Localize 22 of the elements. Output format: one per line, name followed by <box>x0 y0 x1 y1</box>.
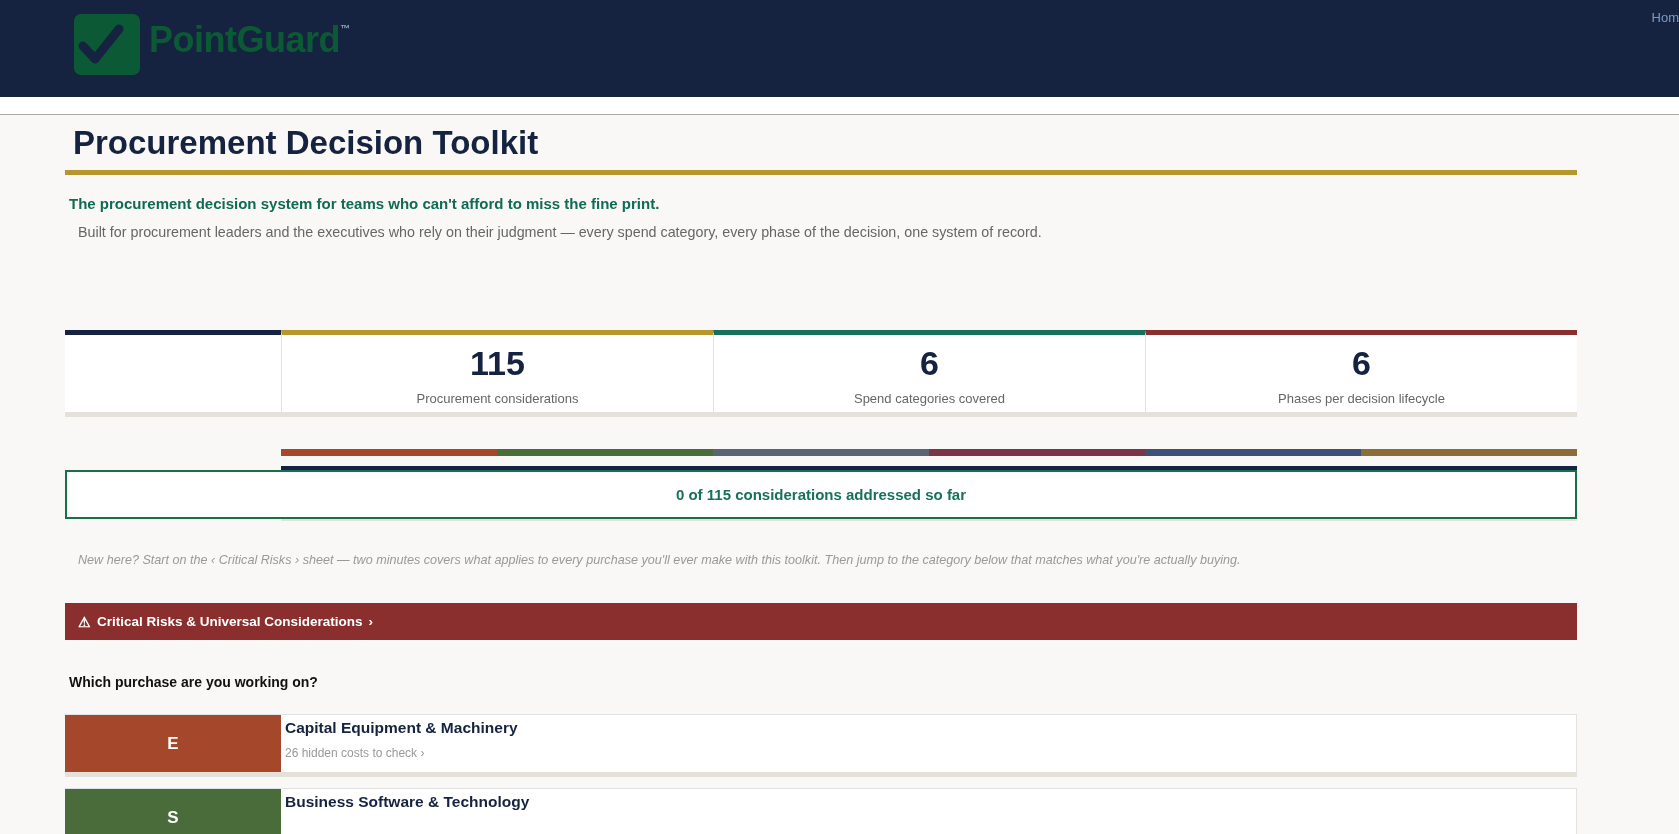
home-link[interactable]: Hom <box>1651 10 1679 25</box>
category-card[interactable]: S Business Software & Technology <box>65 788 1577 834</box>
hint-text: New here? Start on the ‹ Critical Risks › sheet — two minutes covers what applies to every purchase you'll ever make with this toolkit. Then jump to the category below that matches what you're actually buying. <box>78 553 1242 567</box>
category-subtitle: 26 hidden costs to check › <box>285 746 426 760</box>
description: Built for procurement leaders and the executives who rely on their judgment — every spend category, every phase of the decision, one system of record. <box>78 224 1043 240</box>
category-title: Business Software & Technology <box>285 793 531 811</box>
category-card[interactable]: E Capital Equipment & Machinery 26 hidden costs to check › <box>65 714 1577 777</box>
progress-text: 0 of 115 considerations addressed so far <box>675 486 967 503</box>
stat-label: Procurement considerations <box>416 391 579 406</box>
critical-risks-link[interactable]: ⚠ Critical Risks & Universal Considerations › <box>65 603 1577 640</box>
question-heading: Which purchase are you working on? <box>69 674 319 690</box>
checkbox-logo-icon <box>73 13 141 76</box>
tagline: The procurement decision system for teams who can't afford to miss the fine print. <box>69 195 661 212</box>
stat-label: Phases per decision lifecycle <box>1278 391 1445 406</box>
page-title: Procurement Decision Toolkit <box>65 115 1577 175</box>
stat-value: 115 <box>470 343 525 383</box>
stat-label: Spend categories covered <box>853 391 1005 406</box>
stat-value: 6 <box>920 343 939 383</box>
category-letter-tile: S <box>65 789 281 834</box>
category-letter-tile: E <box>65 715 281 772</box>
stat-value: 6 <box>1352 343 1371 383</box>
category-title: Capital Equipment & Machinery <box>285 719 519 737</box>
